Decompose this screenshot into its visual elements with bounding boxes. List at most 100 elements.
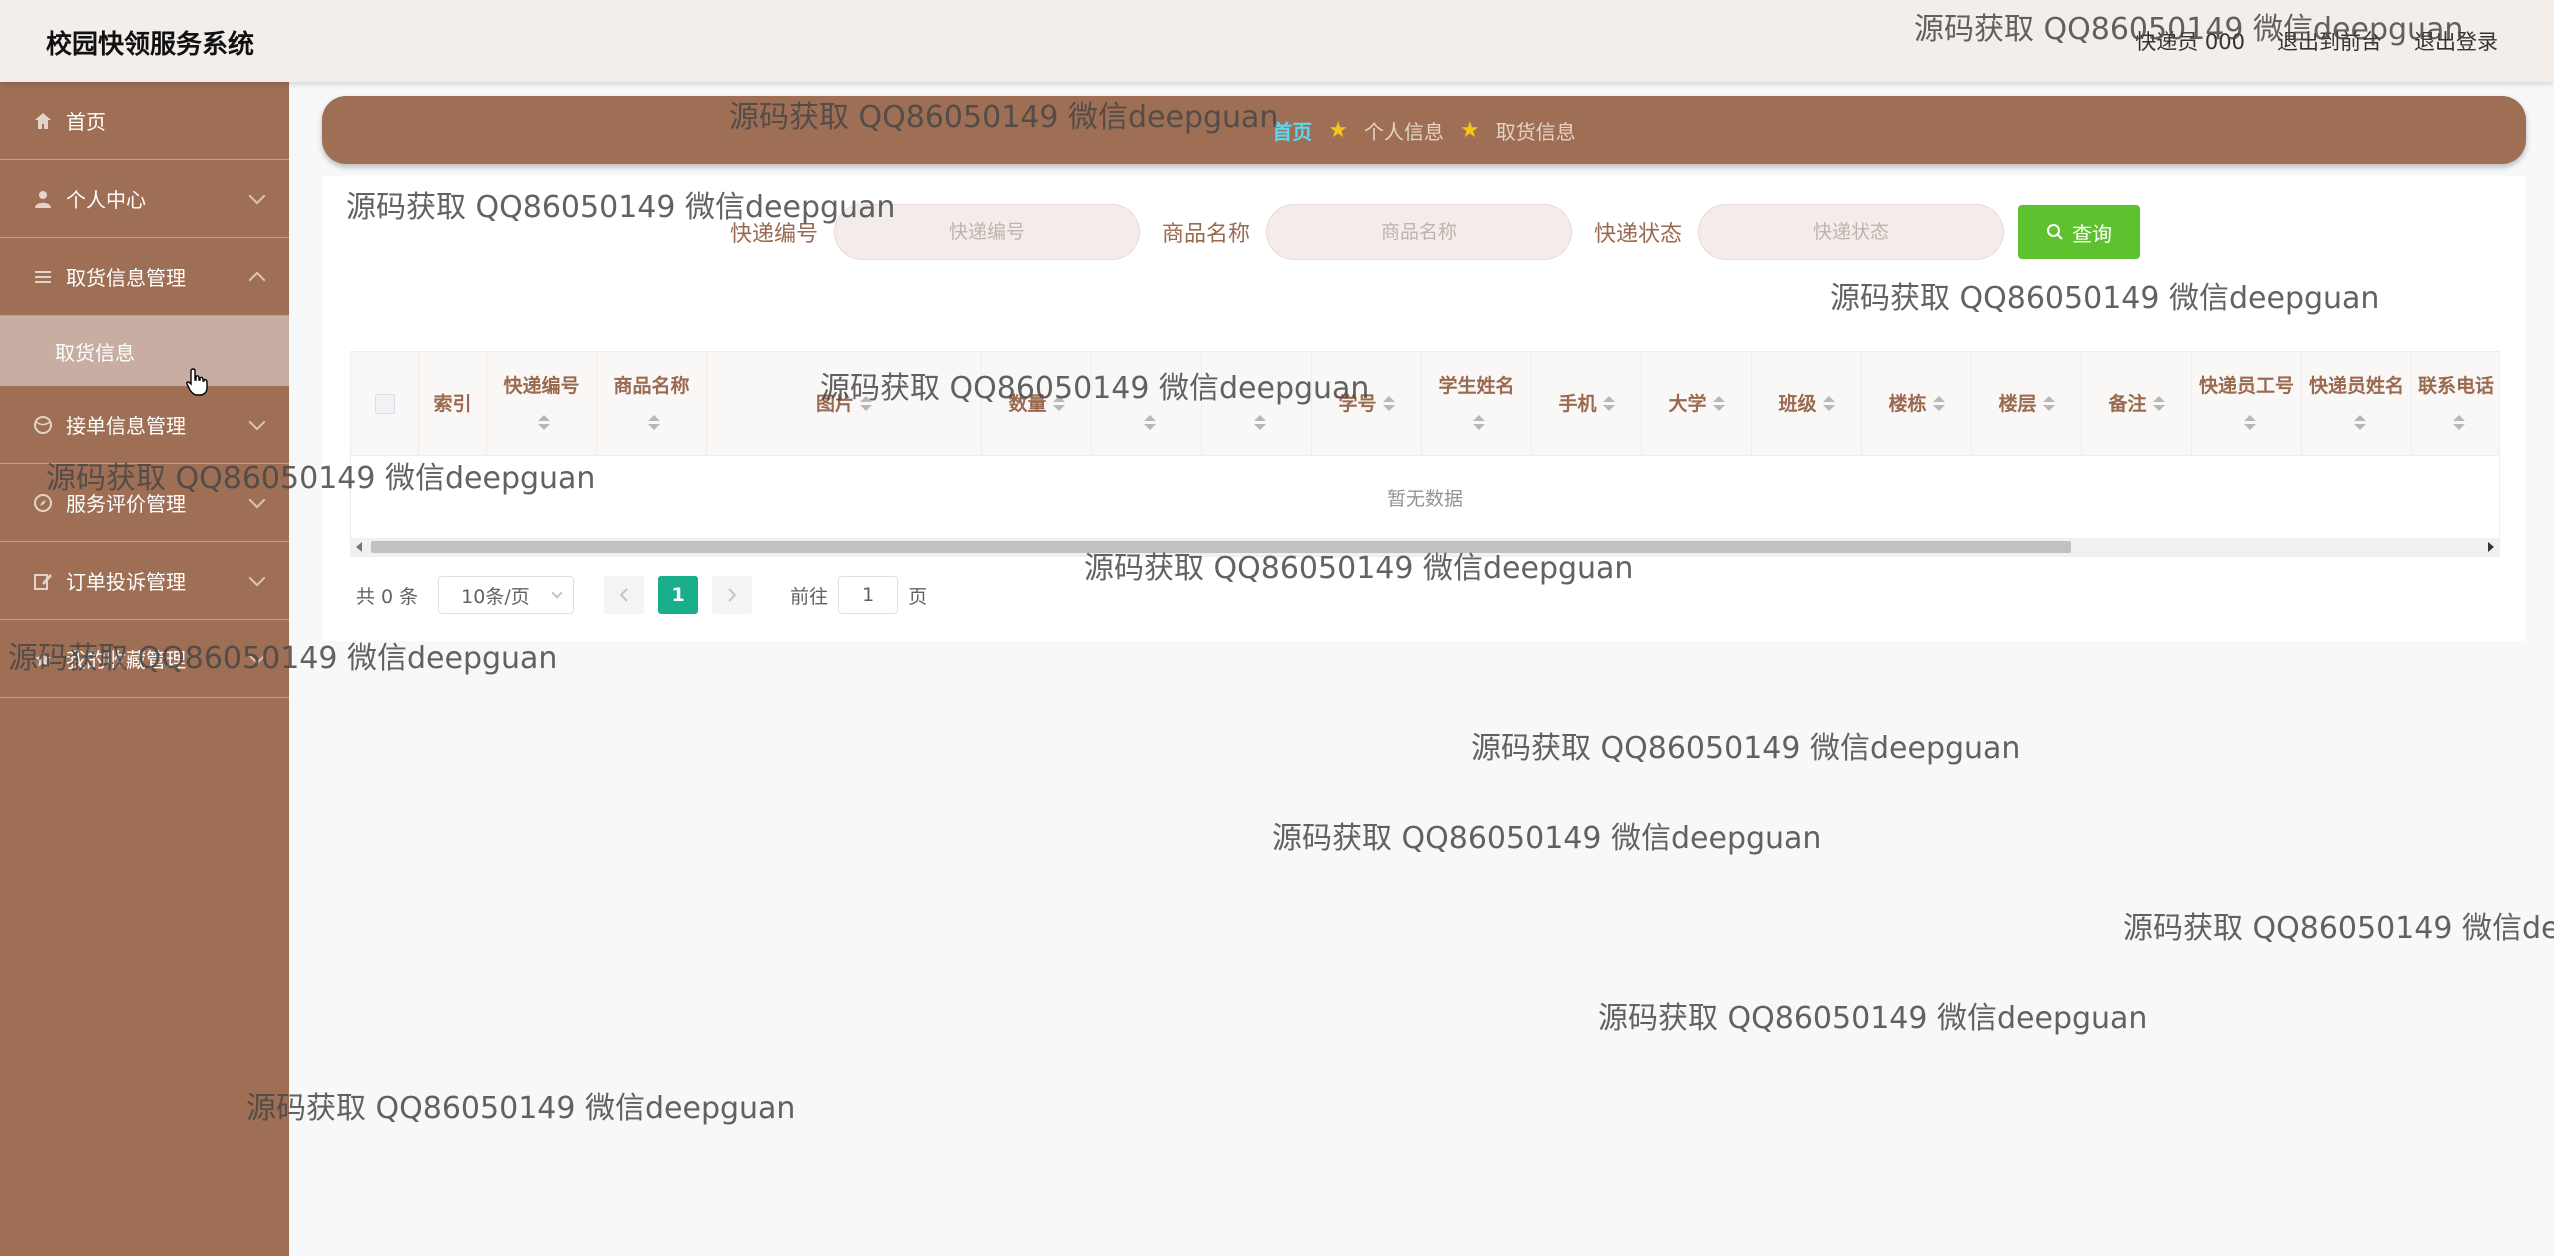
sort-icon: [1254, 415, 1266, 430]
sidebar-subitem-pickup-info[interactable]: 取货信息: [0, 316, 289, 386]
col-header-student-name[interactable]: 学生姓名: [1422, 352, 1532, 455]
pagination: 共 0 条 10条/页 1 前往 页: [356, 576, 927, 614]
star-separator-icon: ★: [1460, 117, 1480, 143]
col-header-product-name[interactable]: 商品名称: [597, 352, 707, 455]
sort-icon: [1383, 396, 1395, 411]
watermark-text: 源码获取 QQ86050149 微信deepguan: [1272, 821, 1822, 856]
sidebar-item-label: 取货信息管理: [66, 266, 186, 290]
search-label-express-status: 快递状态: [1594, 222, 1683, 247]
sidebar: 首页 个人中心 取货信息管理 取货信息 接单信息管理 服务评价管理 订单投诉管理…: [0, 82, 289, 1256]
col-header-image[interactable]: 图片: [707, 352, 982, 455]
current-user-label: 快递员 000: [2135, 30, 2245, 54]
breadcrumb-item-home[interactable]: 首页: [1272, 116, 1312, 145]
star-separator-icon: ★: [1328, 117, 1348, 143]
col-header-unknown-2[interactable]: [1202, 352, 1312, 455]
prev-page-button[interactable]: [604, 576, 645, 614]
sort-icon: [1053, 396, 1065, 411]
app-title: 校园快领服务系统: [46, 30, 255, 60]
sidebar-item-label: 订单投诉管理: [66, 570, 186, 594]
col-header-quantity[interactable]: 数量: [982, 352, 1092, 455]
sort-icon: [1823, 396, 1835, 411]
sort-icon: [1603, 396, 1615, 411]
col-header-index: 索引: [419, 352, 487, 455]
sidebar-item-label: 取货信息: [55, 340, 135, 365]
home-icon: [32, 110, 54, 132]
table-header: 索引 快递编号 商品名称 图片 数量 学号 学生姓名 手机 大学 班级 楼栋 楼…: [351, 352, 2499, 456]
chevron-down-icon: [248, 647, 266, 665]
col-header-university[interactable]: 大学: [1642, 352, 1752, 455]
sidebar-item-home[interactable]: 首页: [0, 82, 289, 160]
col-header-express-no[interactable]: 快递编号: [487, 352, 597, 455]
chevron-right-icon: [728, 588, 737, 602]
watermark-text: 源码获取 QQ86050149 微信deepguan: [1471, 731, 2021, 766]
list-icon: [32, 266, 54, 288]
search-label-express-no: 快递编号: [729, 222, 818, 247]
chevron-down-icon: [248, 569, 266, 587]
sort-icon: [538, 415, 550, 430]
sort-icon: [1713, 396, 1725, 411]
search-label-product-name: 商品名称: [1161, 222, 1250, 247]
chevron-down-icon: [248, 491, 266, 509]
sidebar-item-label: 接单信息管理: [66, 414, 186, 438]
scrollbar-thumb[interactable]: [371, 541, 2071, 553]
horizontal-scrollbar[interactable]: [351, 538, 2499, 556]
next-page-button[interactable]: [712, 576, 753, 614]
col-header-student-no[interactable]: 学号: [1312, 352, 1422, 455]
page-number-button[interactable]: 1: [658, 576, 699, 614]
select-all-cell: [351, 352, 419, 455]
product-name-input[interactable]: [1266, 204, 1572, 260]
scroll-left-icon[interactable]: [356, 542, 362, 552]
pagination-total: 共 0 条: [356, 585, 419, 608]
sidebar-item-favorites-management[interactable]: 我的收藏管理: [0, 620, 289, 698]
breadcrumb-item-personal[interactable]: 个人信息: [1364, 116, 1444, 145]
edit-icon: [32, 570, 54, 592]
star-icon: [32, 648, 54, 670]
hand-cursor-icon: [186, 368, 208, 396]
col-header-class[interactable]: 班级: [1752, 352, 1862, 455]
chevron-left-icon: [619, 588, 628, 602]
compass-icon: [32, 492, 54, 514]
col-header-phone[interactable]: 手机: [1532, 352, 1642, 455]
breadcrumb-item-pickup[interactable]: 取货信息: [1496, 116, 1576, 145]
page-jump: 前往 页: [790, 576, 927, 614]
col-header-building[interactable]: 楼栋: [1862, 352, 1972, 455]
chevron-down-icon: [248, 413, 266, 431]
back-to-front-link[interactable]: 退出到前台: [2277, 26, 2382, 56]
top-header: 校园快领服务系统 快递员 000 退出到前台 退出登录: [0, 0, 2554, 82]
sort-icon: [648, 415, 660, 430]
page-unit-label: 页: [908, 585, 928, 608]
page-size-select[interactable]: 10条/页: [438, 576, 575, 614]
page-size-value: 10条/页: [461, 585, 530, 608]
col-header-remark[interactable]: 备注: [2082, 352, 2192, 455]
sidebar-item-complaint-management[interactable]: 订单投诉管理: [0, 542, 289, 620]
sidebar-item-label: 服务评价管理: [66, 492, 186, 516]
express-no-input[interactable]: [833, 204, 1140, 260]
header-actions: 快递员 000 退出到前台 退出登录: [2135, 26, 2498, 56]
search-button-label: 查询: [2072, 221, 2113, 246]
sidebar-item-pickup-management[interactable]: 取货信息管理: [0, 238, 289, 316]
col-header-courier-id[interactable]: 快递员工号: [2192, 352, 2302, 455]
sidebar-item-personal-center[interactable]: 个人中心: [0, 160, 289, 238]
chevron-down-icon: [248, 187, 266, 205]
ball-icon: [32, 414, 54, 436]
sort-icon: [2453, 415, 2465, 430]
col-header-unknown-1[interactable]: [1092, 352, 1202, 455]
select-all-checkbox[interactable]: [374, 393, 395, 414]
watermark-text: 源码获取 QQ86050149 微信deepguan: [1598, 1001, 2148, 1036]
sidebar-item-label: 首页: [66, 110, 106, 134]
express-status-input[interactable]: [1698, 204, 2005, 260]
search-button[interactable]: 查询: [2018, 205, 2141, 259]
sidebar-item-label: 我的收藏管理: [66, 648, 186, 672]
goto-page-input[interactable]: [838, 576, 899, 614]
col-header-courier-name[interactable]: 快递员姓名: [2302, 352, 2412, 455]
sidebar-item-order-management[interactable]: 接单信息管理: [0, 386, 289, 464]
sort-icon: [860, 396, 872, 411]
search-icon: [2047, 224, 2063, 240]
col-header-contact-phone[interactable]: 联系电话: [2412, 352, 2499, 455]
col-header-floor[interactable]: 楼层: [1972, 352, 2082, 455]
chevron-up-icon: [248, 271, 266, 289]
chevron-down-icon: [551, 587, 563, 599]
logout-link[interactable]: 退出登录: [2414, 26, 2498, 56]
scroll-right-icon[interactable]: [2488, 542, 2494, 552]
sidebar-item-service-review[interactable]: 服务评价管理: [0, 464, 289, 542]
